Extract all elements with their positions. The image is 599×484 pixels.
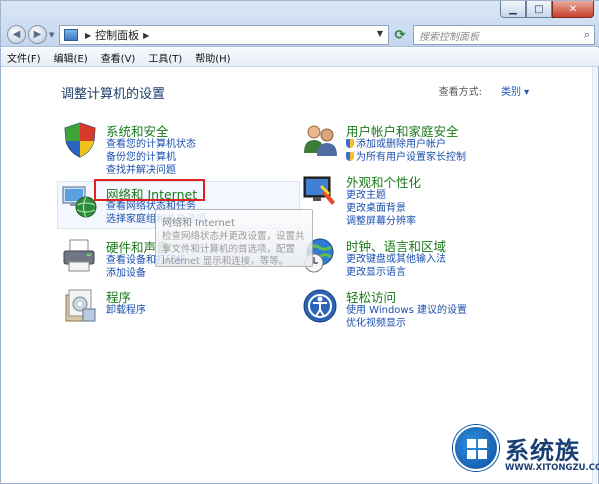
link-backup-computer[interactable]: 备份您的计算机 <box>106 151 196 164</box>
shield-icon <box>346 152 354 162</box>
menu-file[interactable]: 文件(F) <box>7 50 41 65</box>
link-parental-controls[interactable]: 为所有用户设置家长控制 <box>346 151 466 164</box>
window-controls: ▁ □ ✕ <box>500 1 594 19</box>
menu-help[interactable]: 帮助(H) <box>195 50 230 65</box>
link-add-remove-accounts-text[interactable]: 添加或删除用户帐户 <box>356 139 446 150</box>
link-display-language[interactable]: 更改显示语言 <box>346 266 446 279</box>
search-input[interactable]: 搜索控制面板 ⌕ <box>413 25 595 45</box>
tooltip-body: 检查网络状态并更改设置，设置共享文件和计算机的首选项，配置 Internet 显… <box>162 231 305 267</box>
recent-pages-dropdown-icon[interactable]: ▼ <box>49 31 54 39</box>
link-optimize-video[interactable]: 优化视频显示 <box>346 317 467 330</box>
watermark-url: WWW.XITONGZU.COM <box>505 463 599 473</box>
accessibility-icon[interactable] <box>301 287 339 325</box>
menu-tools[interactable]: 工具(T) <box>148 50 182 65</box>
search-placeholder: 搜索控制面板 <box>419 31 479 43</box>
link-parental-controls-text[interactable]: 为所有用户设置家长控制 <box>356 152 466 163</box>
back-arrow-icon[interactable]: ◀ <box>7 25 26 44</box>
link-screen-resolution[interactable]: 调整屏幕分辨率 <box>346 215 416 228</box>
programs-box-icon[interactable] <box>61 287 99 325</box>
monitor-paint-icon[interactable] <box>301 172 339 210</box>
control-panel-window: ▁ □ ✕ ◀ ▶ ▼ ▶ 控制面板 ▶ ▼ ⟳ 搜索控制面板 ⌕ 文件(F) … <box>0 0 599 484</box>
search-icon[interactable]: ⌕ <box>584 28 590 42</box>
minimize-button[interactable]: ▁ <box>500 1 526 18</box>
view-by-label: 查看方式: <box>438 87 482 98</box>
close-button[interactable]: ✕ <box>552 1 594 18</box>
link-windows-recommended[interactable]: 使用 Windows 建议的设置 <box>346 304 467 317</box>
link-change-keyboard[interactable]: 更改键盘或其他输入法 <box>346 253 446 266</box>
network-red-highlight-box <box>94 179 205 201</box>
link-troubleshoot[interactable]: 查找并解决问题 <box>106 164 196 177</box>
watermark-text: 系统族 <box>505 437 580 465</box>
address-dropdown-icon[interactable]: ▼ <box>377 29 383 38</box>
menu-edit[interactable]: 编辑(E) <box>54 50 88 65</box>
control-panel-icon <box>64 29 78 41</box>
shield-icon <box>346 139 354 148</box>
page-title: 调整计算机的设置 <box>61 87 166 102</box>
menu-bar: 文件(F) 编辑(E) 查看(V) 工具(T) 帮助(H) <box>1 48 599 67</box>
address-bar[interactable]: ▶ 控制面板 ▶ ▼ <box>59 25 389 45</box>
system-security-shield-icon[interactable] <box>61 121 99 159</box>
link-uninstall-program[interactable]: 卸载程序 <box>106 304 146 317</box>
link-add-remove-accounts[interactable]: 添加或删除用户帐户 <box>346 138 466 151</box>
link-change-theme[interactable]: 更改主题 <box>346 189 416 202</box>
view-by-dropdown[interactable]: 类别 ▾ <box>501 83 529 98</box>
link-view-computer-status[interactable]: 查看您的计算机状态 <box>106 138 196 151</box>
breadcrumb-arrow-icon[interactable]: ▶ <box>85 31 91 40</box>
users-icon[interactable] <box>301 121 339 159</box>
link-add-device[interactable]: 添加设备 <box>106 267 186 280</box>
breadcrumb-control-panel[interactable]: 控制面板 <box>95 27 139 43</box>
site-watermark: 系统族 WWW.XITONGZU.COM <box>445 419 599 484</box>
tooltip-title: 网络和 Internet <box>162 218 235 229</box>
refresh-icon[interactable]: ⟳ <box>391 25 409 45</box>
forward-arrow-icon[interactable]: ▶ <box>28 25 47 44</box>
printer-icon[interactable] <box>61 237 99 275</box>
menu-view[interactable]: 查看(V) <box>101 50 136 65</box>
windows-logo-icon <box>453 425 499 471</box>
breadcrumb-arrow-icon[interactable]: ▶ <box>143 31 149 40</box>
title-bar: ▁ □ ✕ ◀ ▶ ▼ ▶ 控制面板 ▶ ▼ ⟳ 搜索控制面板 ⌕ <box>1 1 599 47</box>
maximize-button[interactable]: □ <box>526 1 552 18</box>
link-desktop-background[interactable]: 更改桌面背景 <box>346 202 416 215</box>
network-tooltip: 网络和 Internet 检查网络状态并更改设置，设置共享文件和计算机的首选项，… <box>155 209 313 267</box>
